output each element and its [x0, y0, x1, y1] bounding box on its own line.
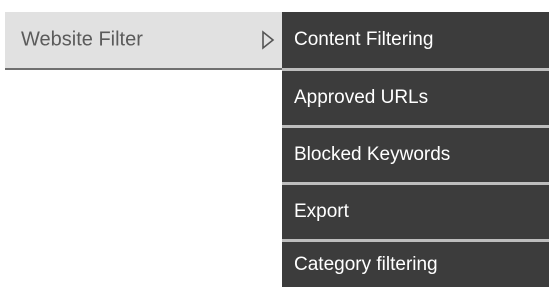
submenu-item-category-filtering[interactable]: Category filtering — [282, 242, 549, 287]
submenu-item-content-filtering[interactable]: Content Filtering — [282, 12, 549, 71]
submenu-item-export[interactable]: Export — [282, 185, 549, 242]
menu-container: Website Filter Content Filtering Approve… — [0, 0, 549, 287]
submenu-item-label: Approved URLs — [294, 87, 429, 108]
submenu-item-label: Export — [294, 201, 349, 222]
submenu-item-label: Category filtering — [294, 254, 438, 275]
menu-item-underline — [5, 68, 282, 70]
menu-item-label: Website Filter — [21, 28, 143, 51]
submenu: Content Filtering Approved URLs Blocked … — [282, 12, 549, 287]
submenu-item-blocked-keywords[interactable]: Blocked Keywords — [282, 128, 549, 185]
chevron-right-icon — [261, 30, 275, 50]
menu-item-website-filter[interactable]: Website Filter — [5, 12, 282, 69]
submenu-item-label: Content Filtering — [294, 29, 434, 50]
submenu-item-label: Blocked Keywords — [294, 144, 451, 165]
submenu-item-approved-urls[interactable]: Approved URLs — [282, 71, 549, 128]
